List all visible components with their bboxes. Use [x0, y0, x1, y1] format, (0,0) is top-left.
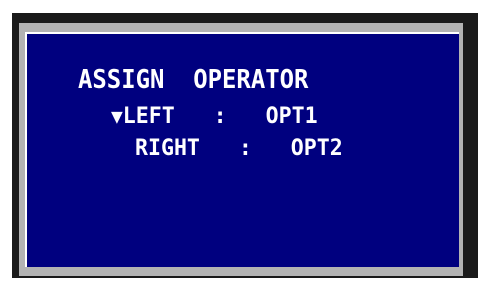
row-right-label: RIGHT [135, 136, 200, 161]
row-left-label: LEFT [122, 104, 175, 129]
menu-row-left[interactable]: ▼LEFT : OPT1 [111, 104, 318, 129]
row-left-separator: : [213, 104, 227, 129]
menu-title: ASSIGN OPERATOR [78, 65, 309, 95]
row-right-value: OPT2 [290, 136, 343, 161]
row-right-separator: : [238, 136, 252, 161]
menu-row-right[interactable]: RIGHT : OPT2 [135, 136, 343, 161]
selection-cursor-icon: ▼ [111, 104, 123, 128]
row-left-value: OPT1 [265, 104, 318, 129]
